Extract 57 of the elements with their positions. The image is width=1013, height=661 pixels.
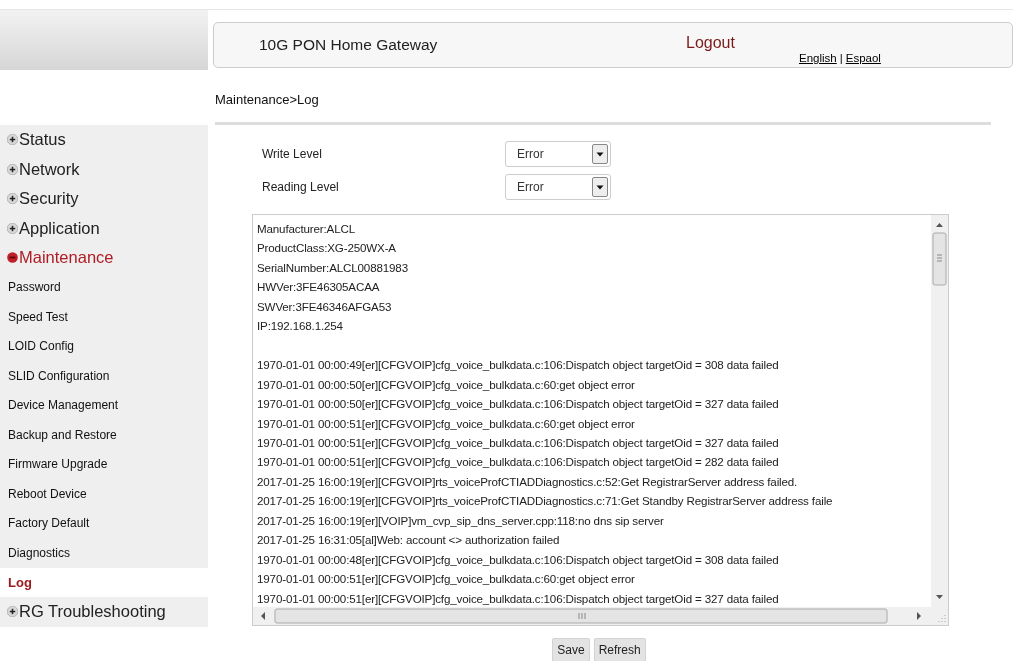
log-entry: 2017-01-25 16:31:05[al]Web: account <> authorization failed <box>257 532 561 549</box>
minus-icon <box>7 252 18 264</box>
log-entry: 1970-01-01 00:00:50[er][CFGVOIP]cfg_voice_bulkdata.c:60:get object error <box>257 376 636 393</box>
level-dropdown[interactable]: Error <box>505 140 611 167</box>
device-info-line: HWVer:3FE46305ACAA <box>257 279 381 296</box>
sidebar-menu-item[interactable]: Maintenance <box>0 243 208 273</box>
sidebar-menu-item[interactable]: Status <box>0 125 208 155</box>
field-label: Reading Level <box>262 179 340 194</box>
sidebar-submenu-item[interactable]: Reboot Device <box>0 479 208 509</box>
action-button[interactable]: Refresh <box>593 638 646 661</box>
log-entry: 2017-01-25 16:00:19[er][VOIP]vm_cvp_sip_dns_server.cpp:118:no dns sip server <box>257 512 665 529</box>
sidebar-submenu-item[interactable]: SLID Configuration <box>0 361 208 391</box>
plus-icon <box>7 134 18 146</box>
gateway-title: 10G PON Home Gateway <box>259 36 439 54</box>
device-info-line: ProductClass:XG-250WX-A <box>257 240 397 257</box>
sidebar-menu-item[interactable]: Network <box>0 154 208 184</box>
sidebar-submenu-item[interactable]: Diagnostics <box>0 538 208 568</box>
logout-link[interactable]: Logout <box>686 34 799 52</box>
device-info-line: IP:192.168.1.254 <box>257 318 344 335</box>
horizontal-scrollbar[interactable] <box>253 607 931 625</box>
plus-icon <box>7 193 18 205</box>
device-info-line: Manufacturer:ALCL <box>257 221 356 237</box>
log-entry: 1970-01-01 00:00:51[er][CFGVOIP]cfg_voice_bulkdata.c:106:Dispatch object targetOid = 327 data failed <box>257 590 780 607</box>
log-entry: 2017-01-25 16:00:19[er][CFGVOIP]rts_voiceProfCTIADDiagnostics.c:52:Get RegistrarServer address failed. <box>257 473 799 490</box>
device-info-line: SerialNumber:ALCL00881983 <box>257 259 409 276</box>
sidebar-submenu-item[interactable]: Password <box>0 272 208 302</box>
sidebar-submenu-item[interactable]: Log <box>0 567 208 597</box>
sidebar-submenu-item[interactable]: LOID Config <box>0 331 208 361</box>
log-entry: 1970-01-01 00:00:51[er][CFGVOIP]cfg_voice_bulkdata.c:60:get object error <box>257 415 636 432</box>
separator: | <box>839 52 843 64</box>
plus-icon <box>7 222 18 234</box>
language-link[interactable]: English <box>799 52 837 64</box>
breadcrumb: Maintenance>Log <box>214 92 320 109</box>
sidebar-submenu-item[interactable]: Factory Default <box>0 508 208 538</box>
sidebar-submenu-item[interactable]: Device Management <box>0 390 208 420</box>
log-entry: 1970-01-01 00:00:50[er][CFGVOIP]cfg_voice_bulkdata.c:106:Dispatch object targetOid = 327 data failed <box>257 396 780 413</box>
device-info-line: SWVer:3FE46346AFGA53 <box>257 298 393 315</box>
sidebar-menu-item[interactable]: Security <box>0 184 208 214</box>
sidebar-menu-item[interactable]: RG Troubleshooting <box>0 597 208 627</box>
plus-icon <box>7 163 18 175</box>
level-dropdown[interactable]: Error <box>505 173 611 200</box>
action-button[interactable]: Save <box>552 638 590 661</box>
log-entry: 1970-01-01 00:00:51[er][CFGVOIP]cfg_voice_bulkdata.c:106:Dispatch object targetOid = 282 data failed <box>257 454 780 471</box>
sidebar-submenu-item[interactable]: Firmware Upgrade <box>0 449 208 479</box>
sidebar-submenu-item[interactable]: Speed Test <box>0 302 208 332</box>
language-link[interactable]: Espaol <box>845 52 881 64</box>
log-entry: 1970-01-01 00:00:48[er][CFGVOIP]cfg_voice_bulkdata.c:106:Dispatch object targetOid = 308 data failed <box>257 551 780 568</box>
log-entry: 1970-01-01 00:00:51[er][CFGVOIP]cfg_voice_bulkdata.c:106:Dispatch object targetOid = 327 data failed <box>257 434 780 451</box>
field-label: Write Level <box>262 146 323 161</box>
log-entry: 1970-01-01 00:00:49[er][CFGVOIP]cfg_voice_bulkdata.c:106:Dispatch object targetOid = 308 data failed <box>257 357 780 374</box>
sidebar-menu-item[interactable]: Application <box>0 213 208 243</box>
log-text-area[interactable] <box>252 214 949 626</box>
log-entry: 2017-01-25 16:00:19[er][CFGVOIP]rts_voiceProfCTIADDiagnostics.c:71:Get Standby RegistrarServer address faile <box>257 493 834 510</box>
plus-icon <box>7 606 18 618</box>
vertical-scrollbar[interactable] <box>931 215 948 607</box>
sidebar-submenu-item[interactable]: Backup and Restore <box>0 420 208 450</box>
log-entry: 1970-01-01 00:00:51[er][CFGVOIP]cfg_voice_bulkdata.c:60:get object error <box>257 571 636 588</box>
